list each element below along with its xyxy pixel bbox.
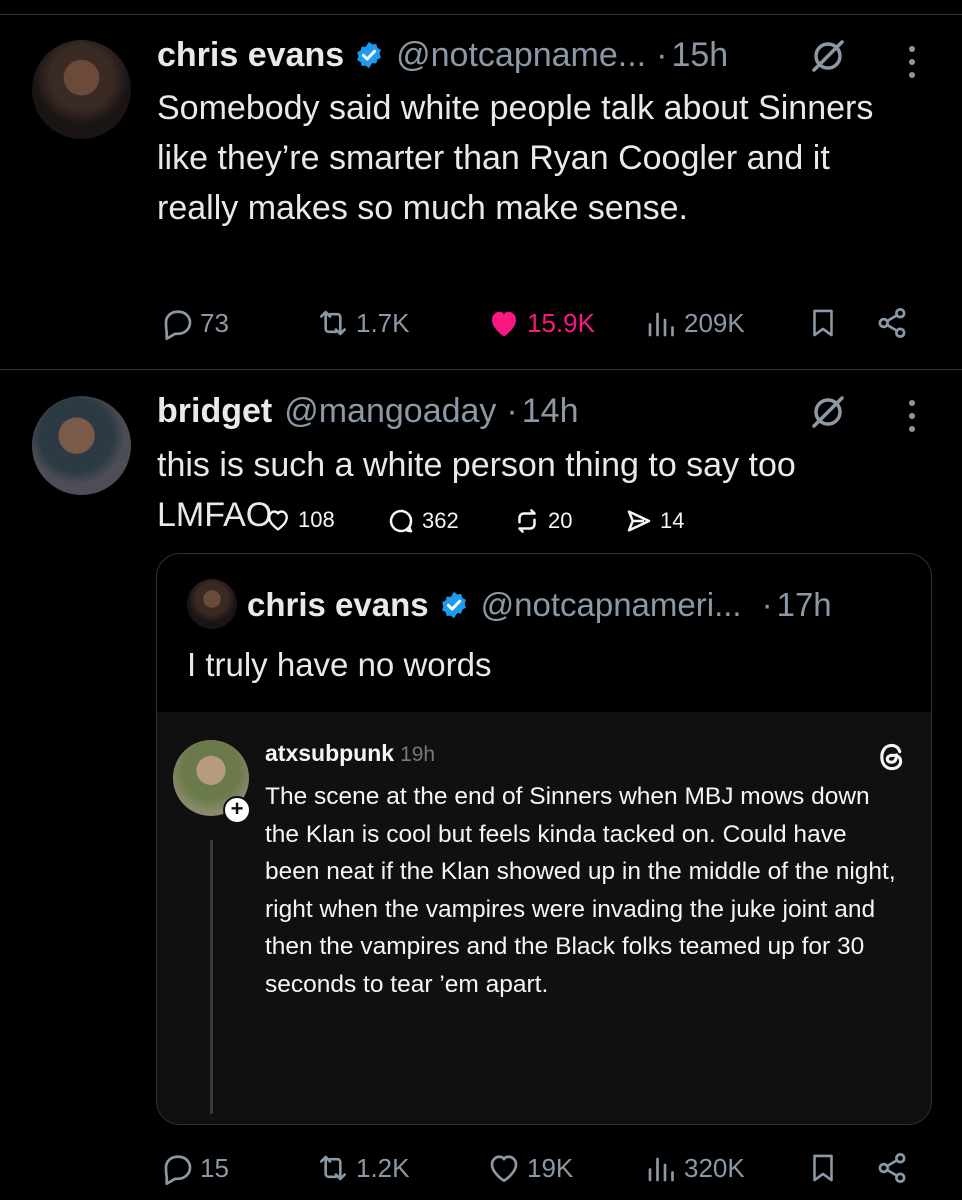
tweet-actions: 15 1.2K 19K 320K (0, 1150, 962, 1190)
reply-icon (164, 310, 192, 341)
views-count: 320K (684, 1152, 745, 1183)
display-name[interactable]: chris evans (157, 36, 344, 75)
repost-button[interactable]: 1.2K (314, 1150, 410, 1186)
like-count: 19K (527, 1152, 574, 1183)
views-count: 209K (684, 307, 745, 338)
share-icon (878, 308, 906, 338)
timestamp[interactable]: 15h (671, 36, 728, 75)
like-button[interactable]: 15.9K (485, 305, 595, 341)
timestamp: 17h (776, 586, 832, 623)
timestamp[interactable]: 14h (522, 392, 579, 431)
tweet-divider (0, 369, 962, 370)
send-icon (627, 510, 651, 532)
like-count: 15.9K (527, 307, 595, 338)
avatar[interactable] (32, 396, 131, 495)
more-options-icon[interactable] (906, 42, 918, 82)
share-icon (878, 1153, 906, 1183)
reply-button[interactable]: 73 (160, 305, 229, 341)
verified-badge-icon (439, 590, 469, 620)
share-button[interactable] (874, 1150, 914, 1186)
threads-share-count: 14 (660, 508, 685, 533)
separator-dot: · (761, 586, 773, 623)
threads-repost-count: 20 (548, 508, 573, 533)
tweet-actions: 73 1.7K 15.9K 209K (0, 305, 962, 345)
threads-logo-icon (875, 740, 909, 774)
share-button[interactable] (874, 305, 914, 341)
quoted-tweet-text: I truly have no words (187, 646, 492, 683)
handle[interactable]: @mangoaday (284, 392, 496, 431)
display-name[interactable]: bridget (157, 392, 272, 431)
separator-dot: · (656, 36, 668, 74)
repost-count: 1.7K (356, 307, 410, 338)
thread-line (210, 840, 213, 1114)
reply-button[interactable]: 15 (160, 1150, 229, 1186)
views-icon (648, 1157, 674, 1182)
heart-filled-icon (492, 311, 516, 337)
threads-username: atxsubpunk (265, 740, 395, 766)
grok-icon[interactable] (808, 36, 848, 76)
more-options-icon[interactable] (906, 396, 918, 436)
threads-share: 14 (624, 506, 684, 536)
separator-dot: · (506, 392, 518, 430)
heart-icon (490, 1155, 518, 1183)
threads-post-text: The scene at the end of Sinners when MBJ… (265, 783, 896, 998)
views-button[interactable]: 320K (644, 1150, 745, 1186)
views-button[interactable]: 209K (644, 305, 745, 341)
bookmark-icon (813, 1154, 833, 1182)
repost-button[interactable]: 1.7K (314, 305, 410, 341)
reply-icon (164, 1155, 192, 1186)
threads-like: 108 (264, 506, 335, 534)
views-icon (648, 312, 674, 337)
bookmark-button[interactable] (806, 1150, 844, 1186)
repost-icon (319, 1155, 347, 1181)
threads-timestamp: 19h (400, 743, 436, 766)
threads-screenshot: + atxsubpunk 19h The scene at the end of … (157, 712, 931, 1124)
tweet-header: chris evans @notcapname... · 15h (157, 36, 728, 75)
threads-actions: 108 362 20 14 (156, 506, 932, 542)
threads-header: atxsubpunk 19h (265, 740, 435, 767)
avatar[interactable] (32, 40, 131, 139)
quoted-tweet[interactable]: chris evans @notcapnameri... · 17h I tru… (156, 553, 932, 1125)
tweet-header: bridget @mangoaday · 14h (157, 392, 578, 431)
avatar (187, 579, 237, 629)
repost-count: 1.2K (356, 1152, 410, 1183)
like-button[interactable]: 19K (485, 1150, 573, 1186)
tweet-text: Somebody said white people talk about Si… (157, 89, 874, 227)
reply-count: 15 (200, 1152, 229, 1183)
handle: @notcapnameri... (480, 586, 742, 623)
top-divider (0, 14, 962, 15)
repost-icon (518, 509, 536, 533)
comment-icon (389, 509, 413, 533)
threads-like-count: 108 (298, 507, 335, 532)
display-name: chris evans (247, 586, 429, 623)
bookmark-icon (813, 309, 833, 337)
repost-icon (319, 310, 347, 336)
reply-count: 73 (200, 307, 229, 338)
heart-icon (268, 510, 288, 531)
handle[interactable]: @notcapname... (396, 36, 646, 75)
bookmark-button[interactable] (806, 305, 844, 341)
verified-badge-icon (354, 40, 384, 70)
threads-reply: 362 (386, 506, 459, 536)
threads-repost: 20 (512, 506, 572, 536)
follow-plus-icon: + (223, 796, 251, 824)
grok-icon[interactable] (808, 392, 848, 432)
threads-reply-count: 362 (422, 508, 459, 533)
quoted-tweet-header: chris evans @notcapnameri... · 17h (247, 586, 832, 624)
